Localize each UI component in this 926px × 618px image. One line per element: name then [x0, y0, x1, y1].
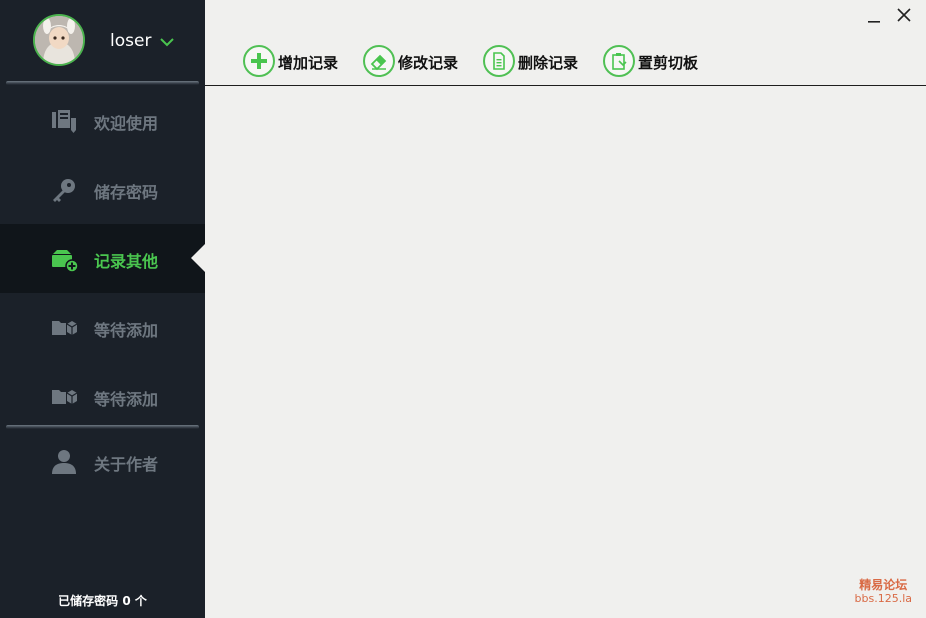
active-pointer [191, 244, 205, 272]
close-icon[interactable] [895, 6, 913, 24]
welcome-icon [50, 108, 78, 134]
sidebar-item-label: 等待添加 [94, 321, 159, 340]
delete-record-label: 删除记录 [518, 54, 579, 72]
toolbar: 增加记录 修改记录 删除记录 置剪切板 [205, 0, 926, 86]
sidebar-item-about-author[interactable]: 关于作者 [0, 427, 205, 496]
watermark: 精易论坛 bbs.125.la [855, 578, 912, 606]
copy-to-clipboard-label: 置剪切板 [638, 54, 699, 72]
watermark-url: bbs.125.la [854, 592, 912, 605]
key-icon [50, 177, 78, 203]
sidebar-item-label: 储存密码 [94, 183, 159, 202]
content-area [205, 86, 926, 618]
plus-icon [243, 45, 275, 77]
add-record-label: 增加记录 [278, 54, 339, 72]
folder-box-icon [50, 384, 78, 410]
user-panel[interactable]: loser [0, 0, 205, 82]
sidebar-item-pending-2[interactable]: 等待添加 [0, 362, 205, 431]
sidebar-item-label: 欢迎使用 [94, 114, 159, 133]
sidebar-item-store-password[interactable]: 储存密码 [0, 155, 205, 224]
folder-box-icon [50, 315, 78, 341]
watermark-title: 精易论坛 [859, 578, 908, 592]
record-add-icon [50, 246, 79, 273]
sidebar-item-welcome[interactable]: 欢迎使用 [0, 86, 205, 155]
sidebar-item-label: 关于作者 [94, 455, 159, 474]
sidebar-divider [6, 81, 199, 85]
sidebar-item-record-other[interactable]: 记录其他 [0, 224, 205, 293]
username: loser [110, 31, 152, 51]
sidebar-item-label: 记录其他 [94, 252, 159, 271]
chevron-down-icon[interactable] [158, 33, 176, 51]
sidebar: loser 欢迎使用 储存密码 记录其他 等待添加 等待添加 关于作者 已储存密… [0, 0, 205, 618]
sidebar-item-label: 等待添加 [94, 390, 159, 409]
stored-password-count: 已储存密码 0 个 [58, 594, 147, 608]
clipboard-icon [603, 45, 635, 77]
sidebar-item-pending-1[interactable]: 等待添加 [0, 293, 205, 362]
avatar[interactable] [33, 14, 85, 66]
minimize-icon[interactable] [865, 6, 883, 24]
eraser-icon [363, 45, 395, 77]
document-icon [483, 45, 515, 77]
edit-record-label: 修改记录 [398, 54, 459, 72]
person-icon [50, 449, 78, 475]
